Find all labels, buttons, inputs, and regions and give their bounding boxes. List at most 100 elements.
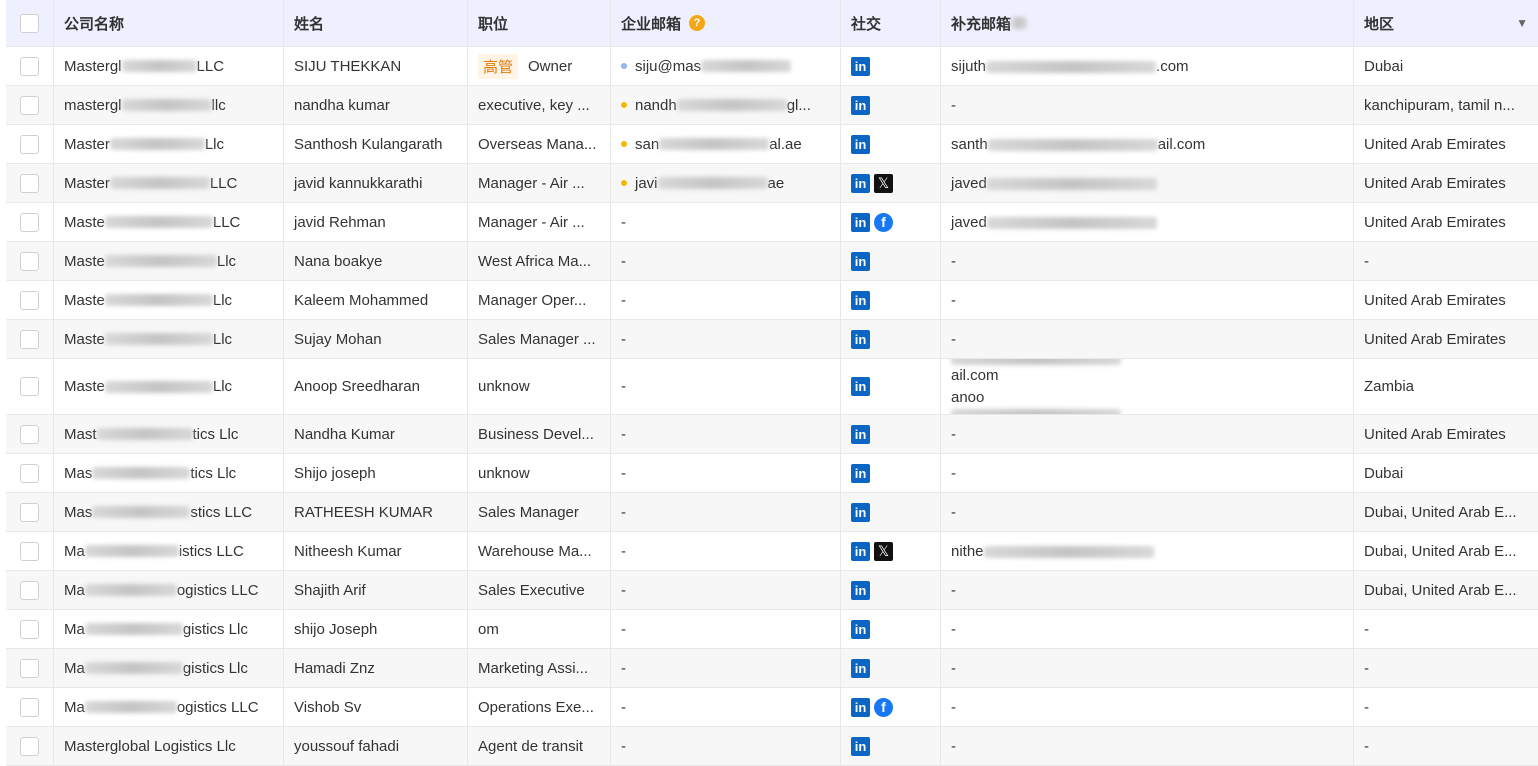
region-cell[interactable]: -: [1354, 242, 1538, 280]
row-checkbox[interactable]: [20, 251, 39, 271]
work-email-cell[interactable]: -: [611, 203, 841, 241]
table-row[interactable]: Maste Llc Nana boakye West Africa Ma... - in -…: [6, 242, 1538, 281]
row-checkbox[interactable]: [20, 290, 39, 310]
work-email-cell[interactable]: -: [611, 281, 841, 319]
table-row[interactable]: MasteLlcAnoop Sreedharanunknow-inanooail…: [6, 359, 1538, 415]
work-email-cell[interactable]: -: [611, 359, 841, 414]
x-icon[interactable]: 𝕏: [874, 173, 893, 193]
work-email-cell[interactable]: -: [611, 242, 841, 280]
work-email-cell[interactable]: -: [611, 415, 841, 453]
region-cell[interactable]: United Arab Emirates: [1354, 415, 1538, 453]
row-checkbox[interactable]: [20, 329, 39, 349]
position-cell[interactable]: Sales Manager: [468, 493, 611, 531]
name-cell[interactable]: Shajith Arif: [284, 571, 468, 609]
region-cell[interactable]: Dubai, United Arab E...: [1354, 571, 1538, 609]
position-cell[interactable]: Operations Exe...: [468, 688, 611, 726]
company-cell[interactable]: Maste Llc: [54, 359, 284, 414]
extra-email-cell[interactable]: -: [941, 610, 1354, 648]
row-checkbox[interactable]: [20, 619, 39, 639]
region-cell[interactable]: United Arab Emirates: [1354, 164, 1538, 202]
name-cell[interactable]: Kaleem Mohammed: [284, 281, 468, 319]
row-checkbox[interactable]: [20, 95, 39, 115]
region-cell[interactable]: Dubai, United Arab E...: [1354, 493, 1538, 531]
name-cell[interactable]: Hamadi Znz: [284, 649, 468, 687]
position-cell[interactable]: Manager - Air ...: [468, 164, 611, 202]
linkedin-icon[interactable]: in: [851, 502, 870, 522]
table-row[interactable]: Maste Llc Sujay Mohan Sales Manager ... - in -…: [6, 320, 1538, 359]
table-row[interactable]: Mastergl LLC SIJU THEKKAN 高管 Owner siju@mas in…: [6, 47, 1538, 86]
name-cell[interactable]: javid kannukkarathi: [284, 164, 468, 202]
position-cell[interactable]: Overseas Mana...: [468, 125, 611, 163]
work-email-cell[interactable]: -: [611, 532, 841, 570]
extra-email-cell[interactable]: -: [941, 415, 1354, 453]
name-cell[interactable]: Shijo joseph: [284, 454, 468, 492]
region-cell[interactable]: Dubai: [1354, 454, 1538, 492]
row-checkbox[interactable]: [20, 463, 39, 483]
row-checkbox[interactable]: [20, 502, 39, 522]
linkedin-icon[interactable]: in: [851, 290, 870, 310]
row-checkbox[interactable]: [20, 377, 39, 396]
work-email-cell[interactable]: javi ae: [611, 164, 841, 202]
company-cell[interactable]: Ma ogistics LLC: [54, 688, 284, 726]
company-cell[interactable]: Ma gistics Llc: [54, 649, 284, 687]
region-cell[interactable]: United Arab Emirates: [1354, 203, 1538, 241]
name-cell[interactable]: Anoop Sreedharan: [284, 359, 468, 414]
work-email-cell[interactable]: siju@mas: [611, 47, 841, 85]
region-cell[interactable]: United Arab Emirates: [1354, 125, 1538, 163]
position-cell[interactable]: Agent de transit: [468, 727, 611, 765]
facebook-icon[interactable]: f: [874, 697, 893, 717]
extra-email-cell[interactable]: -: [941, 454, 1354, 492]
row-checkbox[interactable]: [20, 541, 39, 561]
table-row[interactable]: Mast tics Llc Nandha Kumar Business Devel..…: [6, 415, 1538, 454]
linkedin-icon[interactable]: in: [851, 251, 870, 271]
table-row[interactable]: Ma gistics Llc Hamadi Znz Marketing Assi...…: [6, 649, 1538, 688]
linkedin-icon[interactable]: in: [851, 134, 870, 154]
position-cell[interactable]: Warehouse Ma...: [468, 532, 611, 570]
company-cell[interactable]: Ma gistics Llc: [54, 610, 284, 648]
extra-email-cell[interactable]: -: [941, 688, 1354, 726]
work-email-cell[interactable]: -: [611, 454, 841, 492]
extra-email-cell[interactable]: nithe: [941, 532, 1354, 570]
region-cell[interactable]: -: [1354, 688, 1538, 726]
linkedin-icon[interactable]: in: [851, 736, 870, 756]
region-cell[interactable]: Dubai, United Arab E...: [1354, 532, 1538, 570]
position-cell[interactable]: Manager - Air ...: [468, 203, 611, 241]
linkedin-icon[interactable]: in: [851, 424, 870, 444]
row-checkbox[interactable]: [20, 658, 39, 678]
name-cell[interactable]: youssouf fahadi: [284, 727, 468, 765]
linkedin-icon[interactable]: in: [851, 580, 870, 600]
header-region[interactable]: 地区 ▼: [1354, 0, 1538, 46]
row-checkbox[interactable]: [20, 736, 39, 756]
region-cell[interactable]: -: [1354, 610, 1538, 648]
company-cell[interactable]: Master LLC: [54, 164, 284, 202]
work-email-cell[interactable]: -: [611, 688, 841, 726]
select-all-checkbox[interactable]: [20, 13, 39, 33]
header-name[interactable]: 姓名: [284, 0, 468, 46]
position-cell[interactable]: Marketing Assi...: [468, 649, 611, 687]
position-cell[interactable]: executive, key ...: [468, 86, 611, 124]
work-email-cell[interactable]: -: [611, 610, 841, 648]
region-cell[interactable]: kanchipuram, tamil n...: [1354, 86, 1538, 124]
extra-email-cell[interactable]: -: [941, 727, 1354, 765]
company-cell[interactable]: Mas stics LLC: [54, 493, 284, 531]
name-cell[interactable]: Vishob Sv: [284, 688, 468, 726]
position-cell[interactable]: Business Devel...: [468, 415, 611, 453]
linkedin-icon[interactable]: in: [851, 329, 870, 349]
header-company[interactable]: 公司名称: [54, 0, 284, 46]
row-checkbox[interactable]: [20, 424, 39, 444]
name-cell[interactable]: RATHEESH KUMAR: [284, 493, 468, 531]
company-cell[interactable]: Mastergl LLC: [54, 47, 284, 85]
row-checkbox[interactable]: [20, 173, 39, 193]
company-cell[interactable]: Maste Llc: [54, 320, 284, 358]
region-cell[interactable]: -: [1354, 727, 1538, 765]
row-checkbox[interactable]: [20, 697, 39, 717]
linkedin-icon[interactable]: in: [851, 619, 870, 639]
extra-email-cell[interactable]: -: [941, 320, 1354, 358]
table-row[interactable]: Ma ogistics LLC Vishob Sv Operations Exe...…: [6, 688, 1538, 727]
table-row[interactable]: Mas tics Llc Shijo joseph unknow - in - Dubai: [6, 454, 1538, 493]
work-email-cell[interactable]: san al.ae: [611, 125, 841, 163]
name-cell[interactable]: Nana boakye: [284, 242, 468, 280]
linkedin-icon[interactable]: in: [851, 463, 870, 483]
position-cell[interactable]: West Africa Ma...: [468, 242, 611, 280]
table-row[interactable]: Ma ogistics LLC Shajith Arif Sales Executiv…: [6, 571, 1538, 610]
